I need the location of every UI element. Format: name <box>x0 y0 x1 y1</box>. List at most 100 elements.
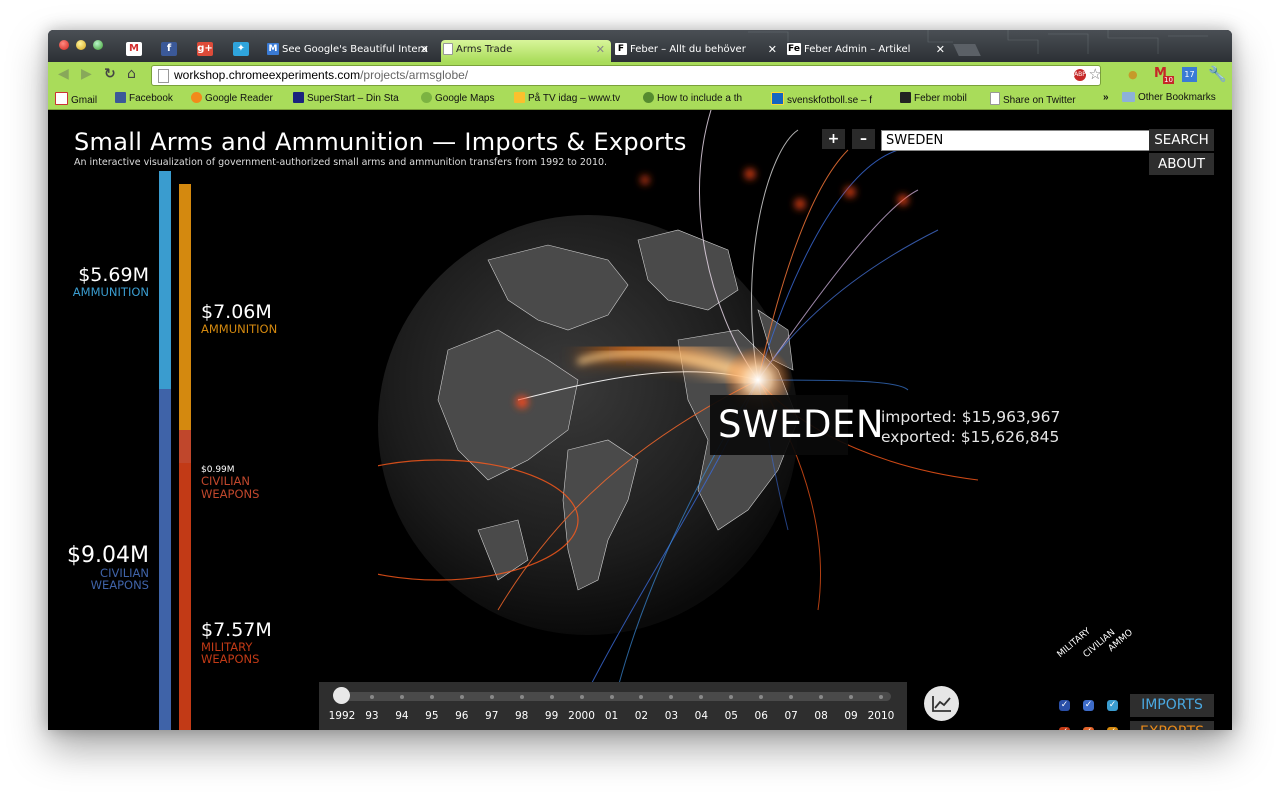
close-tab-icon[interactable]: ✕ <box>768 40 777 60</box>
bookmark-label: Gmail <box>71 95 98 106</box>
exports-civilian-checkbox[interactable]: ✓ <box>1083 727 1094 730</box>
bookmarks-overflow-button[interactable]: » <box>1103 92 1109 103</box>
bookmark-superstart[interactable]: SuperStart – Din Sta <box>293 92 399 104</box>
tab-label: See Google's Beautiful Intera <box>282 44 428 55</box>
timeline-tick[interactable] <box>609 695 614 699</box>
timeline-tick[interactable] <box>879 695 883 699</box>
timeline-tick[interactable] <box>519 695 524 699</box>
timeline-year-label[interactable]: 03 <box>656 710 686 722</box>
timeline-year-label[interactable]: 93 <box>357 710 387 722</box>
extension-icon[interactable]: ● <box>1128 68 1138 81</box>
wrench-icon[interactable]: 🔧 <box>1208 65 1227 83</box>
maps-icon <box>421 92 432 103</box>
home-icon[interactable]: ⌂ <box>127 66 136 82</box>
imports-civilian-checkbox[interactable]: ✓ <box>1083 700 1094 711</box>
timeline-year-label[interactable]: 04 <box>686 710 716 722</box>
adblock-icon[interactable]: ABP <box>1074 69 1086 81</box>
about-button[interactable]: ABOUT <box>1149 153 1214 175</box>
bookmark-gmail[interactable]: Gmail <box>55 92 97 106</box>
calendar-icon[interactable]: 17 <box>1182 67 1197 82</box>
google-plus-pinned-tab[interactable]: g+ <box>197 42 213 56</box>
leaf-icon <box>643 92 654 103</box>
timeline-year-label[interactable]: 07 <box>776 710 806 722</box>
timeline-year-label[interactable]: 95 <box>417 710 447 722</box>
tab-favicon: F <box>615 43 627 55</box>
page-icon <box>443 43 453 55</box>
history-chart-button[interactable] <box>924 686 959 721</box>
bookmark-google-reader[interactable]: Google Reader <box>191 92 273 104</box>
timeline-tick[interactable] <box>579 695 584 699</box>
bookmark-svenskfotboll[interactable]: svenskfotboll.se – f <box>771 92 872 106</box>
bookmark-how-to[interactable]: How to include a th <box>643 92 742 104</box>
close-window-button[interactable] <box>59 40 69 50</box>
timeline-slider-handle[interactable] <box>333 687 350 704</box>
timeline-tick[interactable] <box>369 695 374 699</box>
zoom-out-button[interactable]: – <box>852 129 875 149</box>
timeline-year-label[interactable]: 01 <box>597 710 627 722</box>
imports-ammunition-value: $5.69M <box>78 264 149 286</box>
gmail-icon: M <box>129 43 139 54</box>
twitter-pinned-tab[interactable]: ✦ <box>233 42 249 56</box>
timeline-year-label[interactable]: 2000 <box>567 710 597 722</box>
tab-feber[interactable]: F Feber – Allt du behöver ✕ <box>615 40 783 62</box>
timeline-year-label[interactable]: 96 <box>447 710 477 722</box>
gmail-pinned-tab[interactable]: M <box>126 42 142 56</box>
timeline-year-label[interactable]: 06 <box>746 710 776 722</box>
url-host: workshop.chromeexperiments.com <box>174 68 361 82</box>
close-tab-icon[interactable]: ✕ <box>596 40 605 60</box>
close-tab-icon[interactable]: ✕ <box>936 40 945 60</box>
exports-civilian-bar <box>179 430 191 463</box>
zoom-in-button[interactable]: + <box>822 129 845 149</box>
facebook-pinned-tab[interactable]: f <box>161 42 177 56</box>
exports-toggle-button[interactable]: EXPORTS <box>1130 721 1214 730</box>
timeline-year-label[interactable]: 2010 <box>866 710 896 722</box>
reader-icon <box>191 92 202 103</box>
zoom-window-button[interactable] <box>93 40 103 50</box>
timeline-year-label[interactable]: 08 <box>806 710 836 722</box>
bookmark-tv[interactable]: På TV idag – www.tv <box>514 92 620 104</box>
bookmark-facebook[interactable]: Facebook <box>115 92 173 104</box>
google-plus-icon: g+ <box>197 43 213 54</box>
timeline-tick[interactable] <box>489 695 494 699</box>
timeline-year-label[interactable]: 05 <box>716 710 746 722</box>
gmail-icon <box>55 92 68 105</box>
bookmark-feber-mobil[interactable]: Feber mobil <box>900 92 967 104</box>
tab-feber-admin[interactable]: Fe Feber Admin – Artikel ✕ <box>787 40 951 62</box>
timeline-tick[interactable] <box>399 695 404 699</box>
imported-total: imported: $15,963,967 <box>881 408 1061 426</box>
exports-ammo-checkbox[interactable]: ✓ <box>1107 727 1118 730</box>
exports-military-checkbox[interactable]: ✓ <box>1059 727 1070 730</box>
flag-icon <box>771 92 784 105</box>
imports-toggle-button[interactable]: IMPORTS <box>1130 694 1214 717</box>
tab-google-article[interactable]: M See Google's Beautiful Intera ✕ <box>267 40 435 62</box>
close-tab-icon[interactable]: ✕ <box>420 40 429 60</box>
bookmark-share-twitter[interactable]: Share on Twitter <box>990 92 1076 106</box>
facebook-icon: f <box>166 43 172 54</box>
timeline-year-label[interactable]: 09 <box>836 710 866 722</box>
bookmark-star-icon[interactable]: ☆ <box>1089 65 1102 83</box>
reload-icon[interactable]: ↻ <box>104 66 116 82</box>
country-search-input[interactable] <box>881 130 1151 151</box>
timeline-year-label[interactable]: 99 <box>537 710 567 722</box>
facebook-icon <box>115 92 126 103</box>
page-icon <box>990 92 1000 105</box>
forward-arrow-icon[interactable]: ▶ <box>81 66 92 82</box>
search-button[interactable]: SEARCH <box>1149 129 1214 151</box>
imports-ammo-checkbox[interactable]: ✓ <box>1107 700 1118 711</box>
other-bookmarks[interactable]: Other Bookmarks <box>1122 92 1216 103</box>
timeline-year-label[interactable]: 97 <box>477 710 507 722</box>
timeline-year-label[interactable]: 94 <box>387 710 417 722</box>
timeline-year-label[interactable]: 02 <box>626 710 656 722</box>
timeline-year-label[interactable]: 1992 <box>327 710 357 722</box>
timeline-year-label[interactable]: 98 <box>507 710 537 722</box>
timeline-tick[interactable] <box>429 695 434 699</box>
bookmark-google-maps[interactable]: Google Maps <box>421 92 494 104</box>
bookmark-label: SuperStart – Din Sta <box>307 93 399 104</box>
timeline-tick[interactable] <box>549 695 554 699</box>
imports-military-checkbox[interactable]: ✓ <box>1059 700 1070 711</box>
address-bar[interactable]: workshop.chromeexperiments.com/projects/… <box>151 65 1102 86</box>
back-arrow-icon[interactable]: ◀ <box>58 66 69 82</box>
minimize-window-button[interactable] <box>76 40 86 50</box>
tab-arms-trade[interactable]: Arms Trade ✕ <box>441 40 611 62</box>
timeline-tick[interactable] <box>459 695 464 699</box>
